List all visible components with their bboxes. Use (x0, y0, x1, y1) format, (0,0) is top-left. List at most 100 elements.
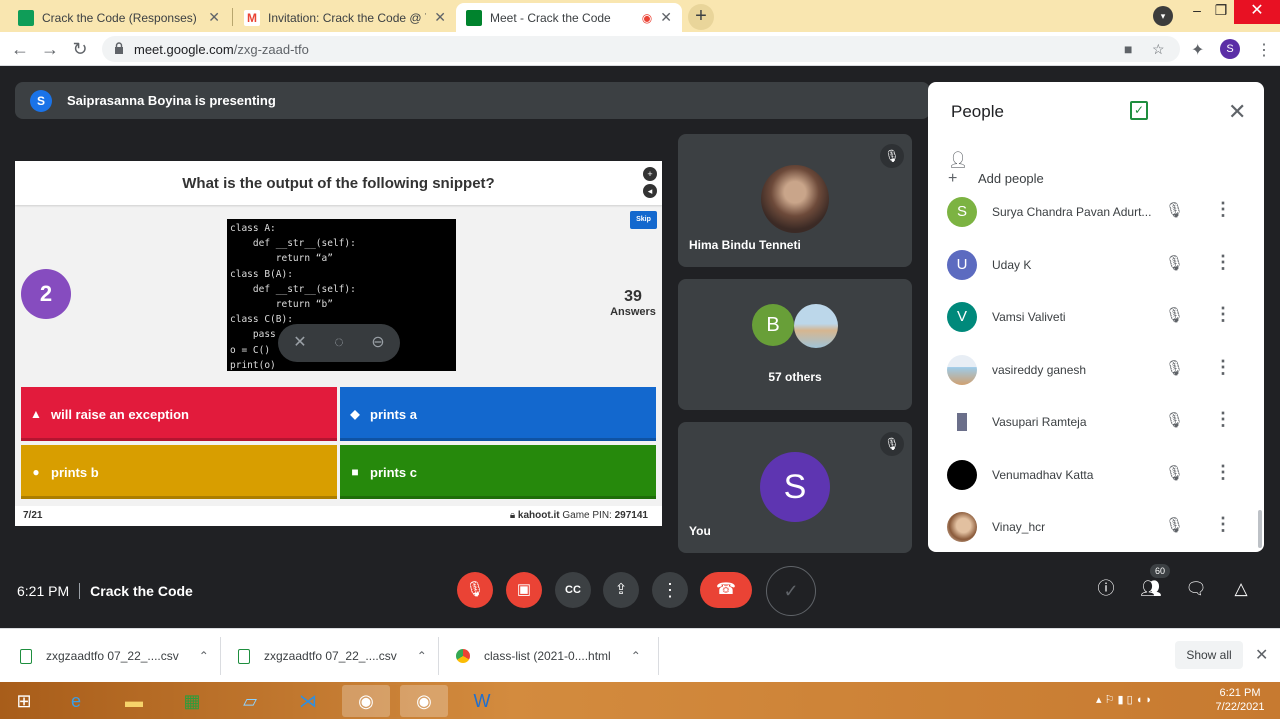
close-icon[interactable]: ✕ (434, 9, 446, 26)
participant-row[interactable]: U Uday K 🎙︎ ⋮ (928, 239, 1264, 291)
muted-mic-icon[interactable]: 🎙︎ (1165, 464, 1184, 482)
previous-icon[interactable]: ◂ (643, 184, 657, 198)
profile-avatar[interactable]: S (1220, 39, 1240, 59)
info-icon[interactable]: ⓘ (1094, 577, 1118, 601)
tab-invitation[interactable]: M Invitation: Crack the Code @ Thu ✕ (234, 3, 456, 32)
muted-mic-icon[interactable]: 🎙︎ (1165, 359, 1184, 377)
chevron-up-icon[interactable]: ⌃ (631, 649, 641, 663)
download-item[interactable]: zxgzaadtfo 07_22_....csv ⌃ (20, 629, 209, 683)
download-item[interactable]: class-list (2021-0....html ⌃ (456, 629, 641, 683)
sheets-icon (18, 9, 34, 26)
more-options-icon[interactable]: ⋮ (1214, 409, 1232, 430)
settings-icon[interactable]: + (643, 167, 657, 181)
window-close-button[interactable]: ✕ (1234, 0, 1280, 24)
forward-arrow-icon[interactable]: → (38, 37, 62, 61)
camera-off-button[interactable]: ▣ (506, 572, 542, 608)
restore-icon[interactable]: ❐ (1206, 0, 1236, 32)
others-avatar: B (752, 304, 794, 346)
remove-icon[interactable]: ⊖ (368, 333, 388, 353)
leave-call-button[interactable]: ☎︎ (700, 572, 752, 608)
skip-button[interactable]: Skip (630, 211, 657, 229)
more-options-icon[interactable]: ⋮ (1214, 357, 1232, 378)
avatar (947, 407, 977, 437)
host-check-button[interactable]: ✓ (766, 566, 816, 616)
close-icon[interactable]: ✕ (1228, 99, 1246, 125)
tab-meet[interactable]: Meet - Crack the Code ◉ ✕ (456, 3, 682, 32)
muted-mic-icon[interactable]: 🎙︎ (1165, 516, 1184, 534)
camera-icon[interactable]: ■ (1124, 41, 1132, 57)
reload-icon[interactable]: ↻ (68, 37, 92, 61)
bookmark-star-icon[interactable]: ☆ (1152, 41, 1165, 58)
close-icon[interactable]: ✕ (208, 9, 220, 26)
show-all-button[interactable]: Show all (1175, 641, 1243, 669)
download-item[interactable]: zxgzaadtfo 07_22_....csv ⌃ (238, 629, 427, 683)
self-tile[interactable]: 🎙︎ S You (678, 422, 912, 553)
participant-tile[interactable]: 🎙︎ Hima Bindu Tenneti (678, 134, 912, 267)
add-people-button[interactable]: 👤︎+ Add people (948, 150, 1044, 188)
mic-off-button[interactable]: 🎙︎ (457, 572, 493, 608)
vscode-icon[interactable]: ⋊ (284, 685, 332, 717)
more-options-button[interactable]: ⋮ (652, 572, 688, 608)
activities-icon[interactable]: △ (1229, 577, 1253, 601)
panel-scrollbar[interactable] (1258, 510, 1262, 548)
ie-icon[interactable]: e (52, 685, 100, 717)
answer-option-green[interactable]: ■ prints c (340, 445, 656, 499)
chrome-profile-icon[interactable]: ◉ (400, 685, 448, 717)
participant-row[interactable]: Venumadhav Katta 🎙︎ ⋮ (928, 449, 1264, 501)
presenting-text: Saiprasanna Boyina is presenting (67, 93, 276, 108)
app-icon[interactable]: ▱ (226, 685, 274, 717)
host-controls-icon[interactable]: ✓ (1130, 101, 1148, 120)
captions-button[interactable]: CC (555, 572, 591, 608)
address-bar[interactable]: meet.google.com/zxg-zaad-tfo ■ ☆ (102, 36, 1180, 62)
participant-row[interactable]: S Surya Chandra Pavan Adurt... 🎙︎ ⋮ (928, 186, 1264, 238)
taskbar-clock[interactable]: 6:21 PM 7/22/2021 (1210, 686, 1270, 714)
more-options-icon[interactable]: ⋮ (1214, 514, 1232, 535)
participant-row[interactable]: Vinay_hcr 🎙︎ ⋮ (928, 501, 1264, 553)
close-icon[interactable]: ✕ (1255, 645, 1268, 665)
muted-mic-icon[interactable]: 🎙︎ (1165, 411, 1184, 429)
answer-option-red[interactable]: ▲ will raise an exception (21, 387, 337, 441)
more-options-icon[interactable]: ⋮ (1214, 252, 1232, 273)
divider (658, 637, 659, 675)
chevron-up-icon[interactable]: ⌃ (417, 649, 427, 663)
new-tab-button[interactable]: + (688, 4, 714, 30)
avatar (947, 355, 977, 385)
system-tray[interactable]: ▴ ⚐ ▮ ▯ ◖ ◗ (1096, 693, 1152, 706)
answer-option-yellow[interactable]: ● prints b (21, 445, 337, 499)
back-arrow-icon[interactable]: ← (8, 37, 32, 61)
others-tile[interactable]: B 57 others (678, 279, 912, 410)
mute-audio-icon[interactable]: ◌ (329, 333, 349, 353)
chat-icon[interactable]: 🗨︎ (1184, 577, 1208, 601)
more-options-icon[interactable]: ⋮ (1214, 199, 1232, 220)
more-options-icon[interactable]: ⋮ (1214, 304, 1232, 325)
participant-row[interactable]: Vasupari Ramteja 🎙︎ ⋮ (928, 396, 1264, 448)
extensions-icon[interactable]: ✦ (1191, 40, 1204, 60)
participant-row[interactable]: vasireddy ganesh 🎙︎ ⋮ (928, 344, 1264, 396)
muted-mic-icon[interactable]: 🎙︎ (1165, 254, 1184, 272)
close-icon[interactable]: ✕ (660, 9, 672, 26)
avatar: S (947, 197, 977, 227)
present-button[interactable]: ⇪ (603, 572, 639, 608)
chevron-up-icon[interactable]: ⌃ (199, 649, 209, 663)
download-name: zxgzaadtfo 07_22_....csv (264, 649, 397, 663)
start-icon[interactable]: ⊞ (0, 685, 48, 717)
pin-off-icon[interactable]: ✕ (290, 333, 310, 353)
csv-file-icon (20, 648, 32, 664)
store-icon[interactable]: ▦ (168, 685, 216, 717)
folder-icon[interactable]: ▬ (110, 685, 158, 717)
slide-footer: 7/21 🔒︎ kahoot.it Game PIN: 297141 (15, 506, 662, 526)
tab-responses[interactable]: Crack the Code (Responses) - Go ✕ (8, 3, 230, 32)
tab-search-icon[interactable]: ▾ (1153, 6, 1173, 26)
participant-row[interactable]: V Vamsi Valiveti 🎙︎ ⋮ (928, 291, 1264, 343)
muted-mic-icon[interactable]: 🎙︎ (1165, 306, 1184, 324)
people-icon[interactable]: 👥︎ (1139, 577, 1163, 601)
muted-mic-icon[interactable]: 🎙︎ (1165, 201, 1184, 219)
chrome-icon[interactable]: ◉ (342, 685, 390, 717)
more-options-icon[interactable]: ⋮ (1214, 462, 1232, 483)
word-icon[interactable]: W (458, 685, 506, 717)
answer-option-blue[interactable]: ◆ prints a (340, 387, 656, 441)
code-line: def __str__(self): (230, 283, 356, 295)
question-header: What is the output of the following snip… (15, 161, 662, 205)
answer-text: prints c (370, 464, 417, 480)
browser-menu-icon[interactable]: ⋮ (1256, 40, 1272, 60)
